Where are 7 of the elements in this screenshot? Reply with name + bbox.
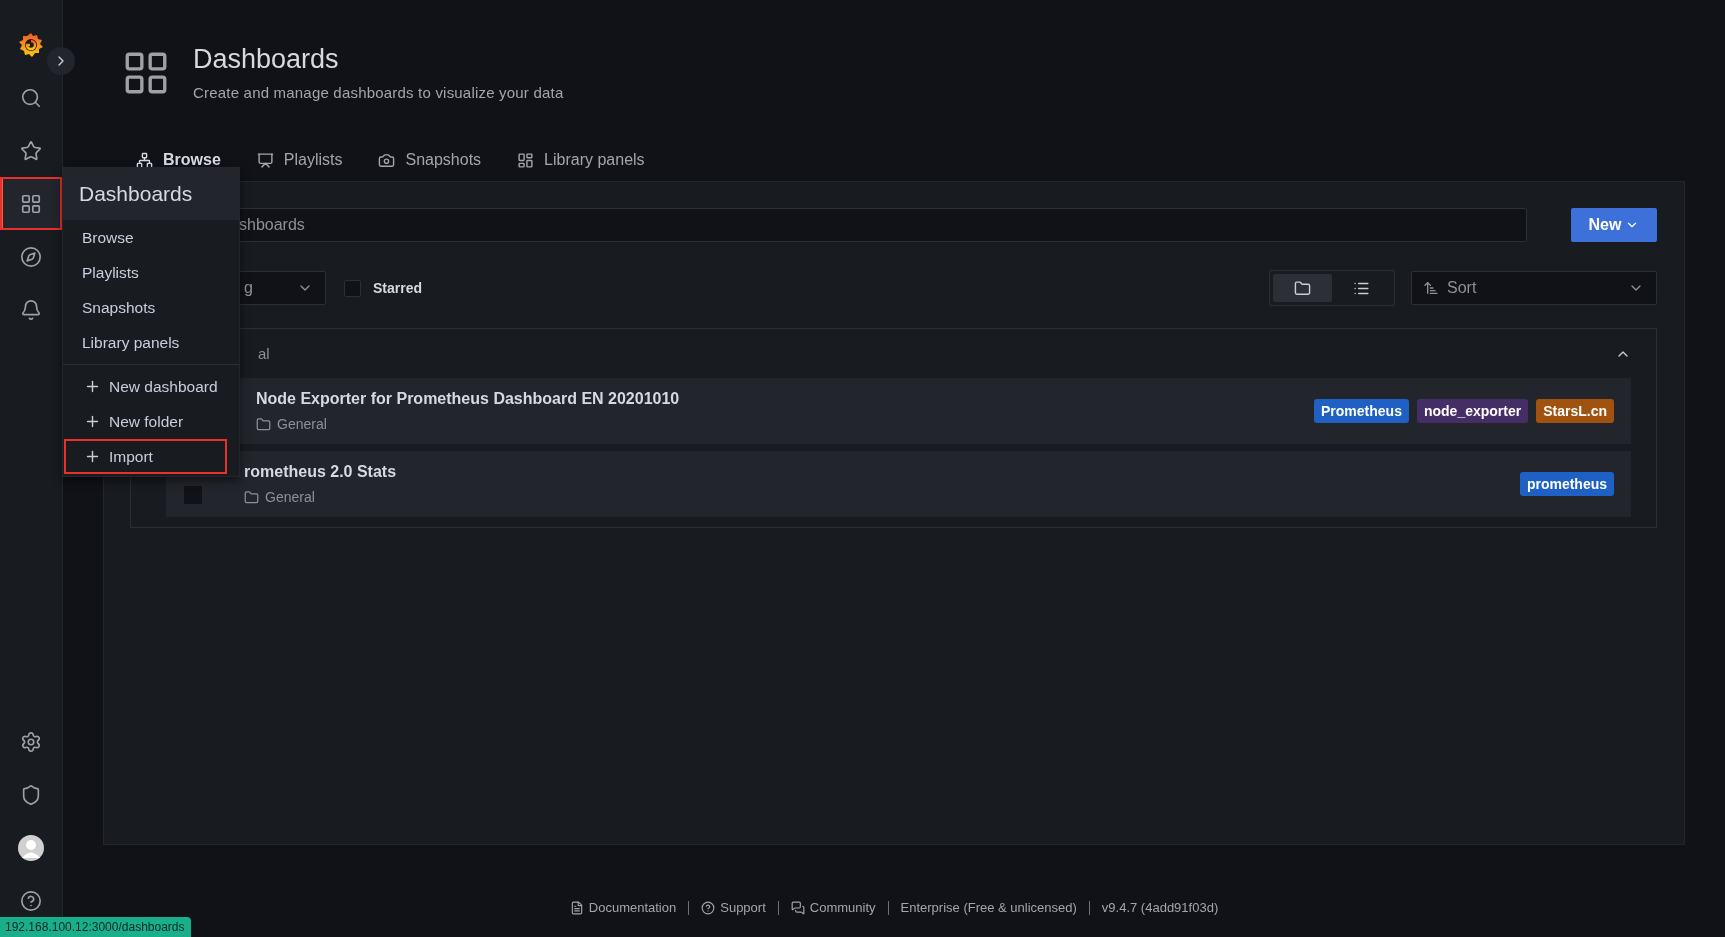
folder-name: General	[277, 416, 327, 432]
sort-placeholder: Sort	[1447, 279, 1477, 297]
page-subtitle: Create and manage dashboards to visualize your data	[193, 84, 564, 101]
status-url: 192.168.100.12:3000/dashboards	[0, 917, 191, 937]
page-title: Dashboards	[193, 44, 340, 75]
checkbox-label: Starred	[373, 280, 423, 296]
folder-name: General	[265, 489, 315, 505]
